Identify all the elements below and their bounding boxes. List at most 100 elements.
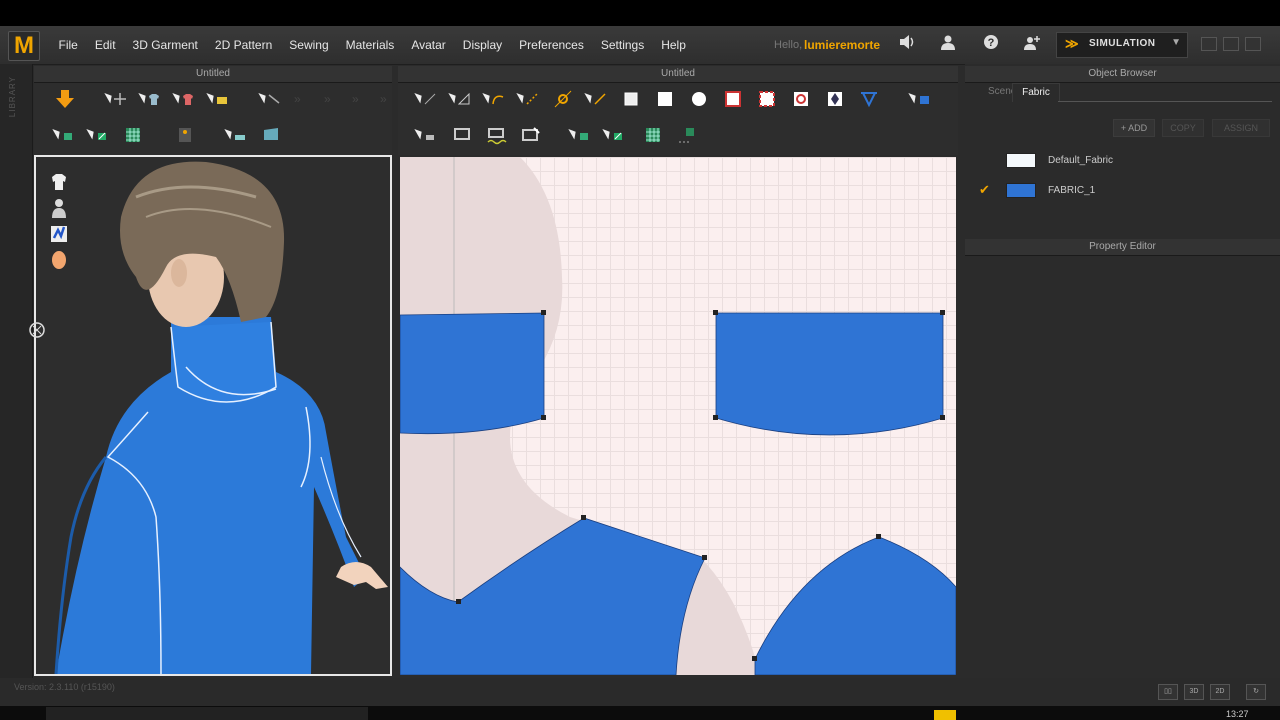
main-menu: File Edit 3D Garment 2D Pattern Sewing M… bbox=[50, 26, 694, 64]
pattern-piece-sleeve[interactable] bbox=[754, 536, 956, 675]
library-sidebar[interactable] bbox=[0, 64, 33, 684]
simulation-down-icon[interactable] bbox=[54, 88, 76, 110]
menu-display[interactable]: Display bbox=[454, 38, 510, 52]
menu-avatar[interactable]: Avatar bbox=[403, 38, 454, 52]
select-move-tool[interactable] bbox=[104, 88, 128, 110]
hello-text: Hello, bbox=[774, 39, 803, 51]
rectangle-tool[interactable] bbox=[654, 88, 676, 110]
display-texture-icon[interactable] bbox=[48, 223, 70, 245]
internal-rect-tool[interactable] bbox=[756, 88, 778, 110]
sewing-select-tool[interactable] bbox=[414, 124, 438, 146]
edit-curve-tool[interactable] bbox=[482, 88, 506, 110]
simulation-label: SIMULATION bbox=[1089, 38, 1156, 49]
pattern-piece-collar-right[interactable] bbox=[715, 312, 944, 436]
texture-2d-select-tool[interactable] bbox=[568, 124, 592, 146]
circle-tool[interactable] bbox=[688, 88, 710, 110]
checker-tool[interactable] bbox=[122, 124, 144, 146]
display-avatar-icon[interactable] bbox=[48, 197, 70, 219]
help-icon[interactable]: ? bbox=[981, 34, 1001, 54]
internal-polygon-tool[interactable] bbox=[722, 88, 744, 110]
top-black-bar bbox=[0, 0, 1280, 26]
dropdown-arrow-icon[interactable]: ▼ bbox=[1171, 37, 1181, 48]
property-editor-title: Property Editor bbox=[965, 239, 1280, 256]
disabled-tool-4: » bbox=[380, 92, 387, 106]
curvature-tool[interactable] bbox=[516, 88, 540, 110]
taskbar-active-app[interactable] bbox=[934, 710, 956, 720]
edit-point-tool[interactable] bbox=[448, 88, 472, 110]
library-label: LIBRARY bbox=[8, 76, 17, 118]
assign-fabric-button[interactable]: ASSIGN bbox=[1212, 119, 1270, 137]
view-3d-button[interactable]: 3D bbox=[1184, 684, 1204, 700]
fabric-name: Default_Fabric bbox=[1048, 154, 1114, 166]
fabric-row-default[interactable]: Default_Fabric bbox=[965, 145, 1280, 175]
tab-underline bbox=[1058, 101, 1272, 102]
measure-tool[interactable] bbox=[224, 124, 248, 146]
speaker-icon[interactable] bbox=[897, 34, 917, 54]
menu-3d-garment[interactable]: 3D Garment bbox=[124, 38, 206, 52]
menu-sewing[interactable]: Sewing bbox=[281, 38, 337, 52]
tape-tool[interactable] bbox=[258, 88, 282, 110]
avatar-tool[interactable] bbox=[174, 124, 196, 146]
view-2d-button[interactable]: 2D bbox=[1210, 684, 1230, 700]
username[interactable]: lumieremorte bbox=[804, 38, 880, 52]
checker-2d-tool[interactable] bbox=[642, 124, 664, 146]
add-fabric-button[interactable]: + ADD bbox=[1113, 119, 1155, 137]
dart-tool[interactable] bbox=[824, 88, 846, 110]
free-sewing-tool[interactable] bbox=[486, 124, 508, 146]
cut-tool[interactable] bbox=[584, 88, 608, 110]
minimize-button[interactable] bbox=[1201, 37, 1217, 51]
viewport-2d[interactable] bbox=[400, 157, 956, 675]
app-logo: M bbox=[8, 31, 40, 61]
menu-file[interactable]: File bbox=[50, 38, 86, 52]
graphic-tool[interactable] bbox=[676, 124, 698, 146]
taskbar-search[interactable] bbox=[46, 707, 368, 720]
segment-sewing-tool[interactable] bbox=[452, 124, 474, 146]
menu-settings[interactable]: Settings bbox=[592, 38, 652, 52]
menu-preferences[interactable]: Preferences bbox=[511, 38, 593, 52]
polygon-tool[interactable] bbox=[620, 88, 642, 110]
close-button[interactable] bbox=[1245, 37, 1261, 51]
texture-select-tool[interactable] bbox=[52, 124, 76, 146]
texture-edit-tool[interactable] bbox=[86, 124, 110, 146]
display-garment-icon[interactable] bbox=[48, 171, 70, 193]
shape-tool[interactable] bbox=[260, 124, 282, 146]
refresh-icon[interactable]: ↻ bbox=[1246, 684, 1266, 700]
checkmark-icon: ✔ bbox=[979, 182, 990, 197]
pin-tool[interactable] bbox=[206, 88, 230, 110]
arrangement-tool[interactable] bbox=[908, 88, 932, 110]
internal-circle-tool[interactable] bbox=[790, 88, 812, 110]
toolbar-2d bbox=[398, 83, 958, 155]
status-bar bbox=[0, 678, 1280, 706]
display-skin-icon[interactable] bbox=[48, 249, 70, 271]
menu-materials[interactable]: Materials bbox=[337, 38, 403, 52]
add-user-icon[interactable] bbox=[1022, 34, 1042, 54]
fabric-swatch bbox=[1006, 152, 1036, 168]
menu-edit[interactable]: Edit bbox=[86, 38, 124, 52]
add-point-tool[interactable] bbox=[552, 88, 574, 110]
toolbar-3d: » » » » bbox=[34, 83, 392, 155]
garment-tool[interactable] bbox=[138, 88, 162, 110]
fabric-row-fabric1[interactable]: ✔ FABRIC_1 bbox=[965, 175, 1280, 205]
panel-2d-title: Untitled bbox=[398, 66, 958, 83]
texture-2d-edit-tool[interactable] bbox=[602, 124, 626, 146]
garment-fold-tool[interactable] bbox=[172, 88, 196, 110]
copy-fabric-button[interactable]: COPY bbox=[1162, 119, 1204, 137]
menu-help[interactable]: Help bbox=[653, 38, 695, 52]
tab-fabric[interactable]: Fabric bbox=[1012, 83, 1060, 102]
simulation-button[interactable]: ≫ SIMULATION ▼ bbox=[1056, 32, 1188, 58]
viewport-3d[interactable] bbox=[34, 155, 392, 676]
menu-2d-pattern[interactable]: 2D Pattern bbox=[206, 38, 280, 52]
rotate-view-icon[interactable] bbox=[28, 321, 46, 339]
transform-pattern-tool[interactable] bbox=[414, 88, 438, 110]
pleat-tool[interactable] bbox=[858, 88, 880, 110]
edit-sewing-tool[interactable] bbox=[520, 124, 542, 146]
svg-text:?: ? bbox=[988, 37, 995, 49]
object-browser-title: Object Browser bbox=[965, 66, 1280, 83]
simulation-chevron-icon: ≫ bbox=[1065, 36, 1079, 51]
pattern-piece-collar-left[interactable] bbox=[400, 312, 545, 435]
layout-split-button[interactable]: ▯▯ bbox=[1158, 684, 1178, 700]
user-icon[interactable] bbox=[938, 34, 958, 54]
disabled-tool-3: » bbox=[352, 92, 359, 106]
fabric-list: Default_Fabric ✔ FABRIC_1 bbox=[965, 145, 1280, 205]
maximize-button[interactable] bbox=[1223, 37, 1239, 51]
